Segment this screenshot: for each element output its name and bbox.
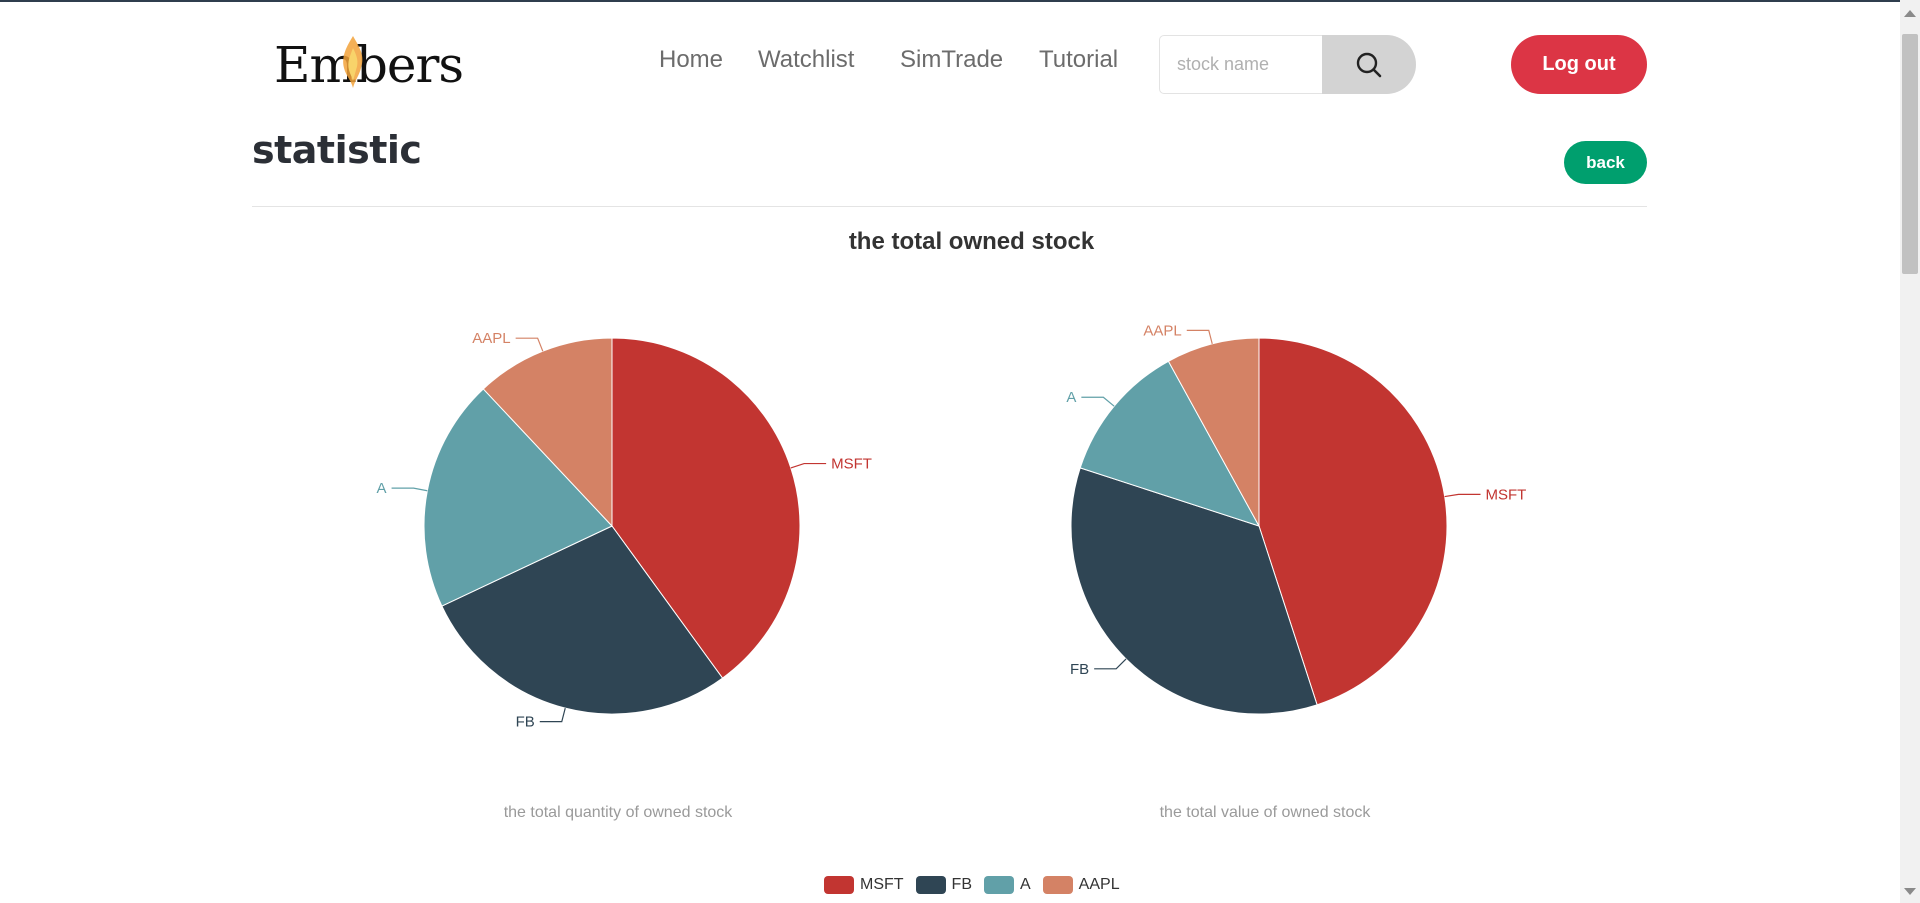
pie-label-line-value-aapl — [1186, 329, 1213, 345]
legend-swatch — [824, 876, 854, 894]
pie-label-quantity-fb: FB — [516, 714, 535, 731]
pie-label-line-quantity-msft — [790, 462, 827, 469]
pie-label-line-value-a — [1081, 396, 1115, 407]
legend-label: FB — [951, 876, 972, 893]
scrollbar-thumb[interactable] — [1902, 34, 1918, 274]
legend-swatch — [1042, 876, 1073, 894]
legend-label: A — [1020, 876, 1031, 893]
pie-label-value-msft: MSFT — [1486, 486, 1527, 503]
scroll-down-arrow-icon[interactable] — [1904, 888, 1916, 895]
chart-caption-value: the total value of owned stock — [1159, 804, 1371, 821]
legend-item-aapl[interactable]: AAPL — [1042, 876, 1120, 894]
chart-caption-quantity: the total quantity of owned stock — [503, 804, 733, 821]
pie-label-quantity-a: A — [377, 480, 387, 497]
legend-label: MSFT — [860, 876, 904, 893]
pie-label-value-aapl: AAPL — [1143, 322, 1181, 339]
pie-label-value-a: A — [1066, 389, 1076, 406]
pie-label-line-value-fb — [1094, 658, 1127, 670]
charts-canvas: MSFT FB A AAPL MSFT FB A AAPL — [377, 322, 1527, 731]
legend-item-msft[interactable]: MSFT — [824, 876, 904, 894]
legend-swatch — [984, 876, 1014, 894]
pie-label-quantity-aapl: AAPL — [472, 330, 510, 347]
scroll-up-arrow-icon[interactable] — [1904, 10, 1916, 17]
pie-label-line-quantity-aapl — [515, 337, 544, 352]
legend-swatch — [915, 876, 946, 894]
pie-label-line-quantity-a — [391, 487, 428, 492]
pie-label-quantity-msft: MSFT — [831, 456, 872, 473]
legend-item-fb[interactable]: FB — [915, 876, 972, 894]
pie-label-value-fb: FB — [1070, 661, 1089, 678]
pie-label-line-quantity-fb — [539, 707, 566, 723]
pie-label-line-value-msft — [1444, 493, 1481, 498]
legend-label: AAPL — [1078, 876, 1120, 893]
legend-item-a[interactable]: A — [984, 876, 1031, 894]
chart-legend: MSFT FB A AAPL — [824, 876, 1132, 894]
